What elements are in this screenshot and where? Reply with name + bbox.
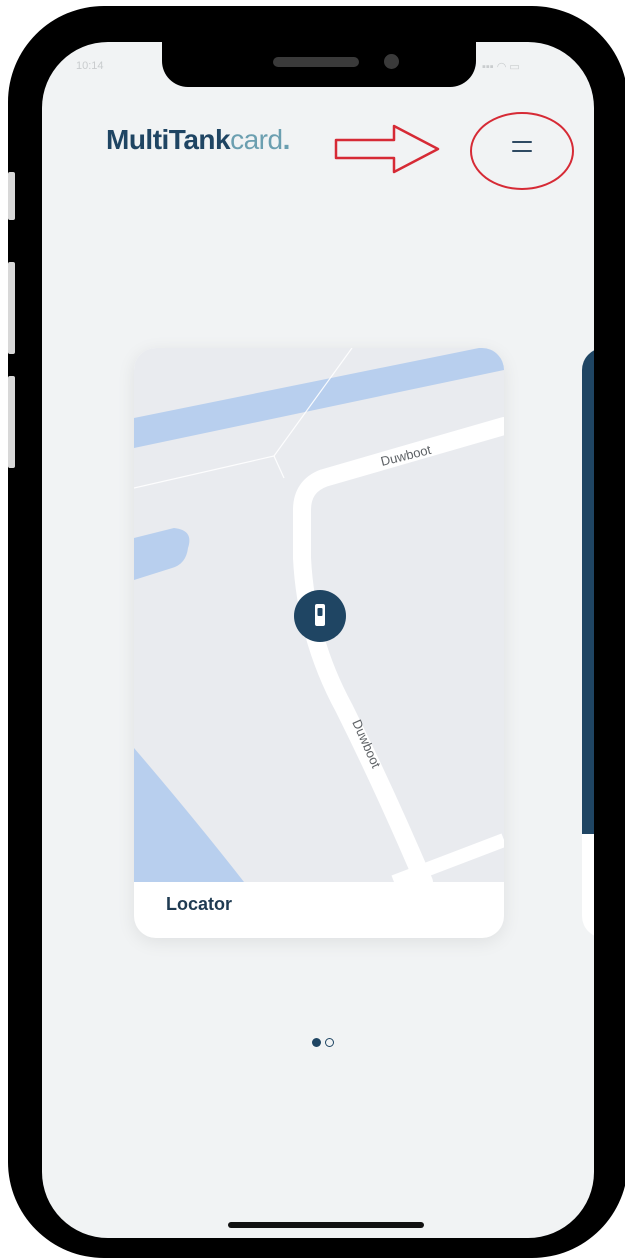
menu-button[interactable] <box>502 126 542 166</box>
speaker <box>273 57 359 67</box>
hamburger-menu-icon-line <box>512 149 532 152</box>
home-indicator <box>228 1222 424 1228</box>
fuel-pump-icon[interactable] <box>294 590 346 642</box>
hamburger-menu-icon <box>512 140 532 143</box>
logo-text-main: MultiTank <box>106 124 231 155</box>
brand-logo: MultiTankcard. <box>106 124 290 156</box>
volume-down-button <box>8 376 15 468</box>
status-time: 10:14 <box>76 60 104 72</box>
annotation-arrow-icon <box>334 124 440 174</box>
next-card[interactable] <box>582 348 594 938</box>
phone-frame: 10:14 ▪▪▪ ◠ ▭ MultiTankcard. Duwboot Duw… <box>8 6 625 1258</box>
page-indicator <box>312 1038 334 1047</box>
locator-card[interactable]: Duwboot Duwboot Locator <box>134 348 504 938</box>
logo-dot: . <box>282 124 291 155</box>
status-icons: ▪▪▪ ◠ ▭ <box>482 61 520 73</box>
app-screen: 10:14 ▪▪▪ ◠ ▭ MultiTankcard. Duwboot Duw… <box>42 42 594 1238</box>
page-dot[interactable] <box>325 1038 334 1047</box>
page-dot-active[interactable] <box>312 1038 321 1047</box>
silent-switch <box>8 172 15 220</box>
card-title: Locator <box>166 894 233 914</box>
camera <box>384 54 399 69</box>
notch <box>162 42 476 87</box>
volume-up-button <box>8 262 15 354</box>
logo-text-accent: card <box>230 124 283 155</box>
locator-map: Duwboot Duwboot <box>134 348 504 882</box>
card-banner <box>582 348 594 834</box>
